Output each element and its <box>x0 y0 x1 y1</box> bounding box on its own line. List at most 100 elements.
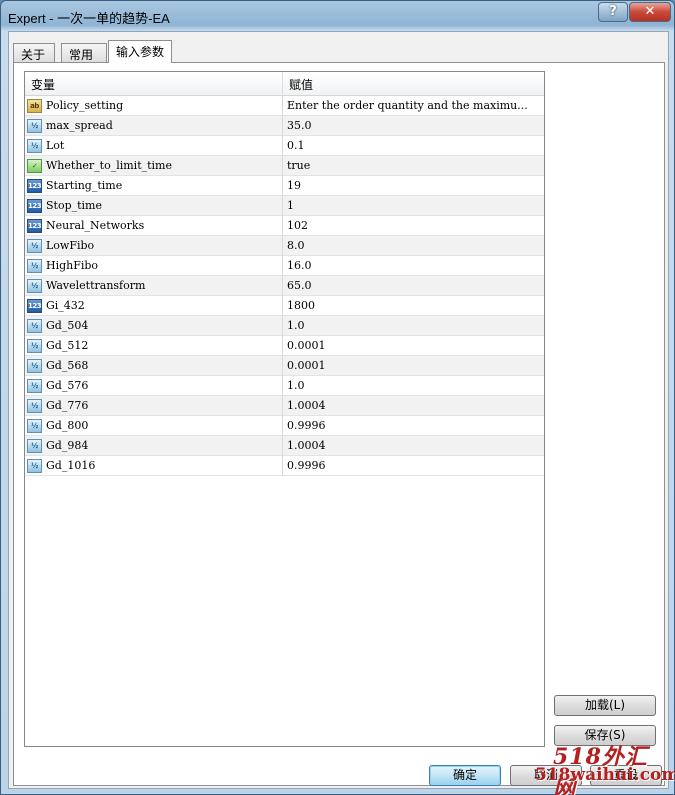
double-type-icon: ½ <box>27 459 42 473</box>
cell-divider <box>282 196 283 216</box>
parameter-name: Whether_to_limit_time <box>46 159 173 172</box>
parameter-name: max_spread <box>46 119 113 132</box>
parameter-value[interactable]: 19 <box>287 179 541 192</box>
tab-common[interactable]: 常用 <box>61 43 107 63</box>
double-type-icon: ½ <box>27 339 42 353</box>
column-divider[interactable] <box>282 72 283 96</box>
cell-divider <box>282 296 283 316</box>
parameter-name: Stop_time <box>46 199 102 212</box>
table-row[interactable]: ½ Gd_1016 0.9996 <box>25 456 544 476</box>
parameter-name: LowFibo <box>46 239 95 252</box>
watermark-line-2: 518waihui.com <box>535 765 675 785</box>
cell-divider <box>282 176 283 196</box>
dialog-client-area: 关于 常用 输入参数 变量 赋值 ab Policy_setting Enter t… <box>8 31 669 789</box>
tab-panel-input-parameters: 变量 赋值 ab Policy_setting Enter the order qu… <box>13 62 665 786</box>
table-row[interactable]: 123 Gi_432 1800 <box>25 296 544 316</box>
parameter-value[interactable]: Enter the order quantity and the maximu.… <box>287 99 541 112</box>
parameter-name: Lot <box>46 139 65 152</box>
load-button[interactable]: 加载(L) <box>554 695 656 716</box>
cell-divider <box>282 456 283 476</box>
column-header-value[interactable]: 赋值 <box>289 76 313 93</box>
cell-divider <box>282 336 283 356</box>
parameter-value[interactable]: true <box>287 159 541 172</box>
parameter-value[interactable]: 1800 <box>287 299 541 312</box>
cell-divider <box>282 316 283 336</box>
watermark-logo: 518外汇网 518waihui.com <box>535 739 675 795</box>
parameter-value[interactable]: 1.0 <box>287 319 541 332</box>
parameter-value[interactable]: 1 <box>287 199 541 212</box>
table-row[interactable]: ½ Gd_576 1.0 <box>25 376 544 396</box>
table-row[interactable]: ½ HighFibo 16.0 <box>25 256 544 276</box>
cell-divider <box>282 416 283 436</box>
double-type-icon: ½ <box>27 259 42 273</box>
cell-divider <box>282 256 283 276</box>
close-button[interactable]: ✕ <box>629 2 671 22</box>
table-row[interactable]: ½ Gd_504 1.0 <box>25 316 544 336</box>
parameters-grid[interactable]: 变量 赋值 ab Policy_setting Enter the order qu… <box>24 71 545 747</box>
cell-divider <box>282 356 283 376</box>
double-type-icon: ½ <box>27 239 42 253</box>
table-row[interactable]: ½ Gd_776 1.0004 <box>25 396 544 416</box>
integer-type-icon: 123 <box>27 299 42 313</box>
table-row[interactable]: 123 Stop_time 1 <box>25 196 544 216</box>
parameter-value[interactable]: 1.0004 <box>287 439 541 452</box>
cell-divider <box>282 96 283 116</box>
table-row[interactable]: ½ max_spread 35.0 <box>25 116 544 136</box>
table-row[interactable]: 123 Neural_Networks 102 <box>25 216 544 236</box>
double-type-icon: ½ <box>27 379 42 393</box>
table-row[interactable]: ab Policy_setting Enter the order quantity… <box>25 96 544 116</box>
window-title: Expert - 一次一单的趋势-EA <box>8 11 170 26</box>
table-row[interactable]: ½ Lot 0.1 <box>25 136 544 156</box>
parameter-name: Neural_Networks <box>46 219 145 232</box>
tab-about[interactable]: 关于 <box>13 43 55 63</box>
grid-header: 变量 赋值 <box>25 72 544 96</box>
cell-divider <box>282 436 283 456</box>
table-row[interactable]: ½ Gd_984 1.0004 <box>25 436 544 456</box>
parameter-name: Gd_1016 <box>46 459 96 472</box>
cell-divider <box>282 116 283 136</box>
table-row[interactable]: ✓ Whether_to_limit_time true <box>25 156 544 176</box>
table-row[interactable]: 123 Starting_time 19 <box>25 176 544 196</box>
parameter-value[interactable]: 35.0 <box>287 119 541 132</box>
ok-button[interactable]: 确定 <box>429 765 501 786</box>
parameter-value[interactable]: 1.0 <box>287 379 541 392</box>
parameter-name: Gd_576 <box>46 379 89 392</box>
table-row[interactable]: ½ LowFibo 8.0 <box>25 236 544 256</box>
title-bar[interactable]: Expert - 一次一单的趋势-EA ? ✕ <box>1 1 674 31</box>
expert-dialog-window: Expert - 一次一单的趋势-EA ? ✕ 关于 常用 输入参数 变量 赋值… <box>0 0 675 795</box>
column-header-variable[interactable]: 变量 <box>31 76 55 93</box>
table-row[interactable]: ½ Gd_800 0.9996 <box>25 416 544 436</box>
cell-divider <box>282 156 283 176</box>
parameter-value[interactable]: 0.9996 <box>287 459 541 472</box>
cell-divider <box>282 216 283 236</box>
parameter-value[interactable]: 1.0004 <box>287 399 541 412</box>
parameter-value[interactable]: 0.9996 <box>287 419 541 432</box>
tab-input-parameters[interactable]: 输入参数 <box>108 40 172 63</box>
double-type-icon: ½ <box>27 119 42 133</box>
parameter-value[interactable]: 16.0 <box>287 259 541 272</box>
cell-divider <box>282 276 283 296</box>
table-row[interactable]: ½ Gd_512 0.0001 <box>25 336 544 356</box>
parameter-value[interactable]: 0.0001 <box>287 359 541 372</box>
parameter-name: Policy_setting <box>46 99 124 112</box>
parameter-name: Gd_800 <box>46 419 89 432</box>
parameter-value[interactable]: 65.0 <box>287 279 541 292</box>
parameter-name: Gd_568 <box>46 359 89 372</box>
help-button[interactable]: ? <box>598 2 628 22</box>
boolean-type-icon: ✓ <box>27 159 42 173</box>
table-row[interactable]: ½ Wavelettransform 65.0 <box>25 276 544 296</box>
parameter-name: Gd_512 <box>46 339 89 352</box>
table-row[interactable]: ½ Gd_568 0.0001 <box>25 356 544 376</box>
parameter-value[interactable]: 0.1 <box>287 139 541 152</box>
cell-divider <box>282 396 283 416</box>
parameter-name: Gd_776 <box>46 399 89 412</box>
integer-type-icon: 123 <box>27 219 42 233</box>
parameter-value[interactable]: 102 <box>287 219 541 232</box>
parameter-name: Gd_984 <box>46 439 89 452</box>
cell-divider <box>282 136 283 156</box>
double-type-icon: ½ <box>27 439 42 453</box>
parameter-name: HighFibo <box>46 259 99 272</box>
parameter-value[interactable]: 8.0 <box>287 239 541 252</box>
parameter-value[interactable]: 0.0001 <box>287 339 541 352</box>
double-type-icon: ½ <box>27 319 42 333</box>
